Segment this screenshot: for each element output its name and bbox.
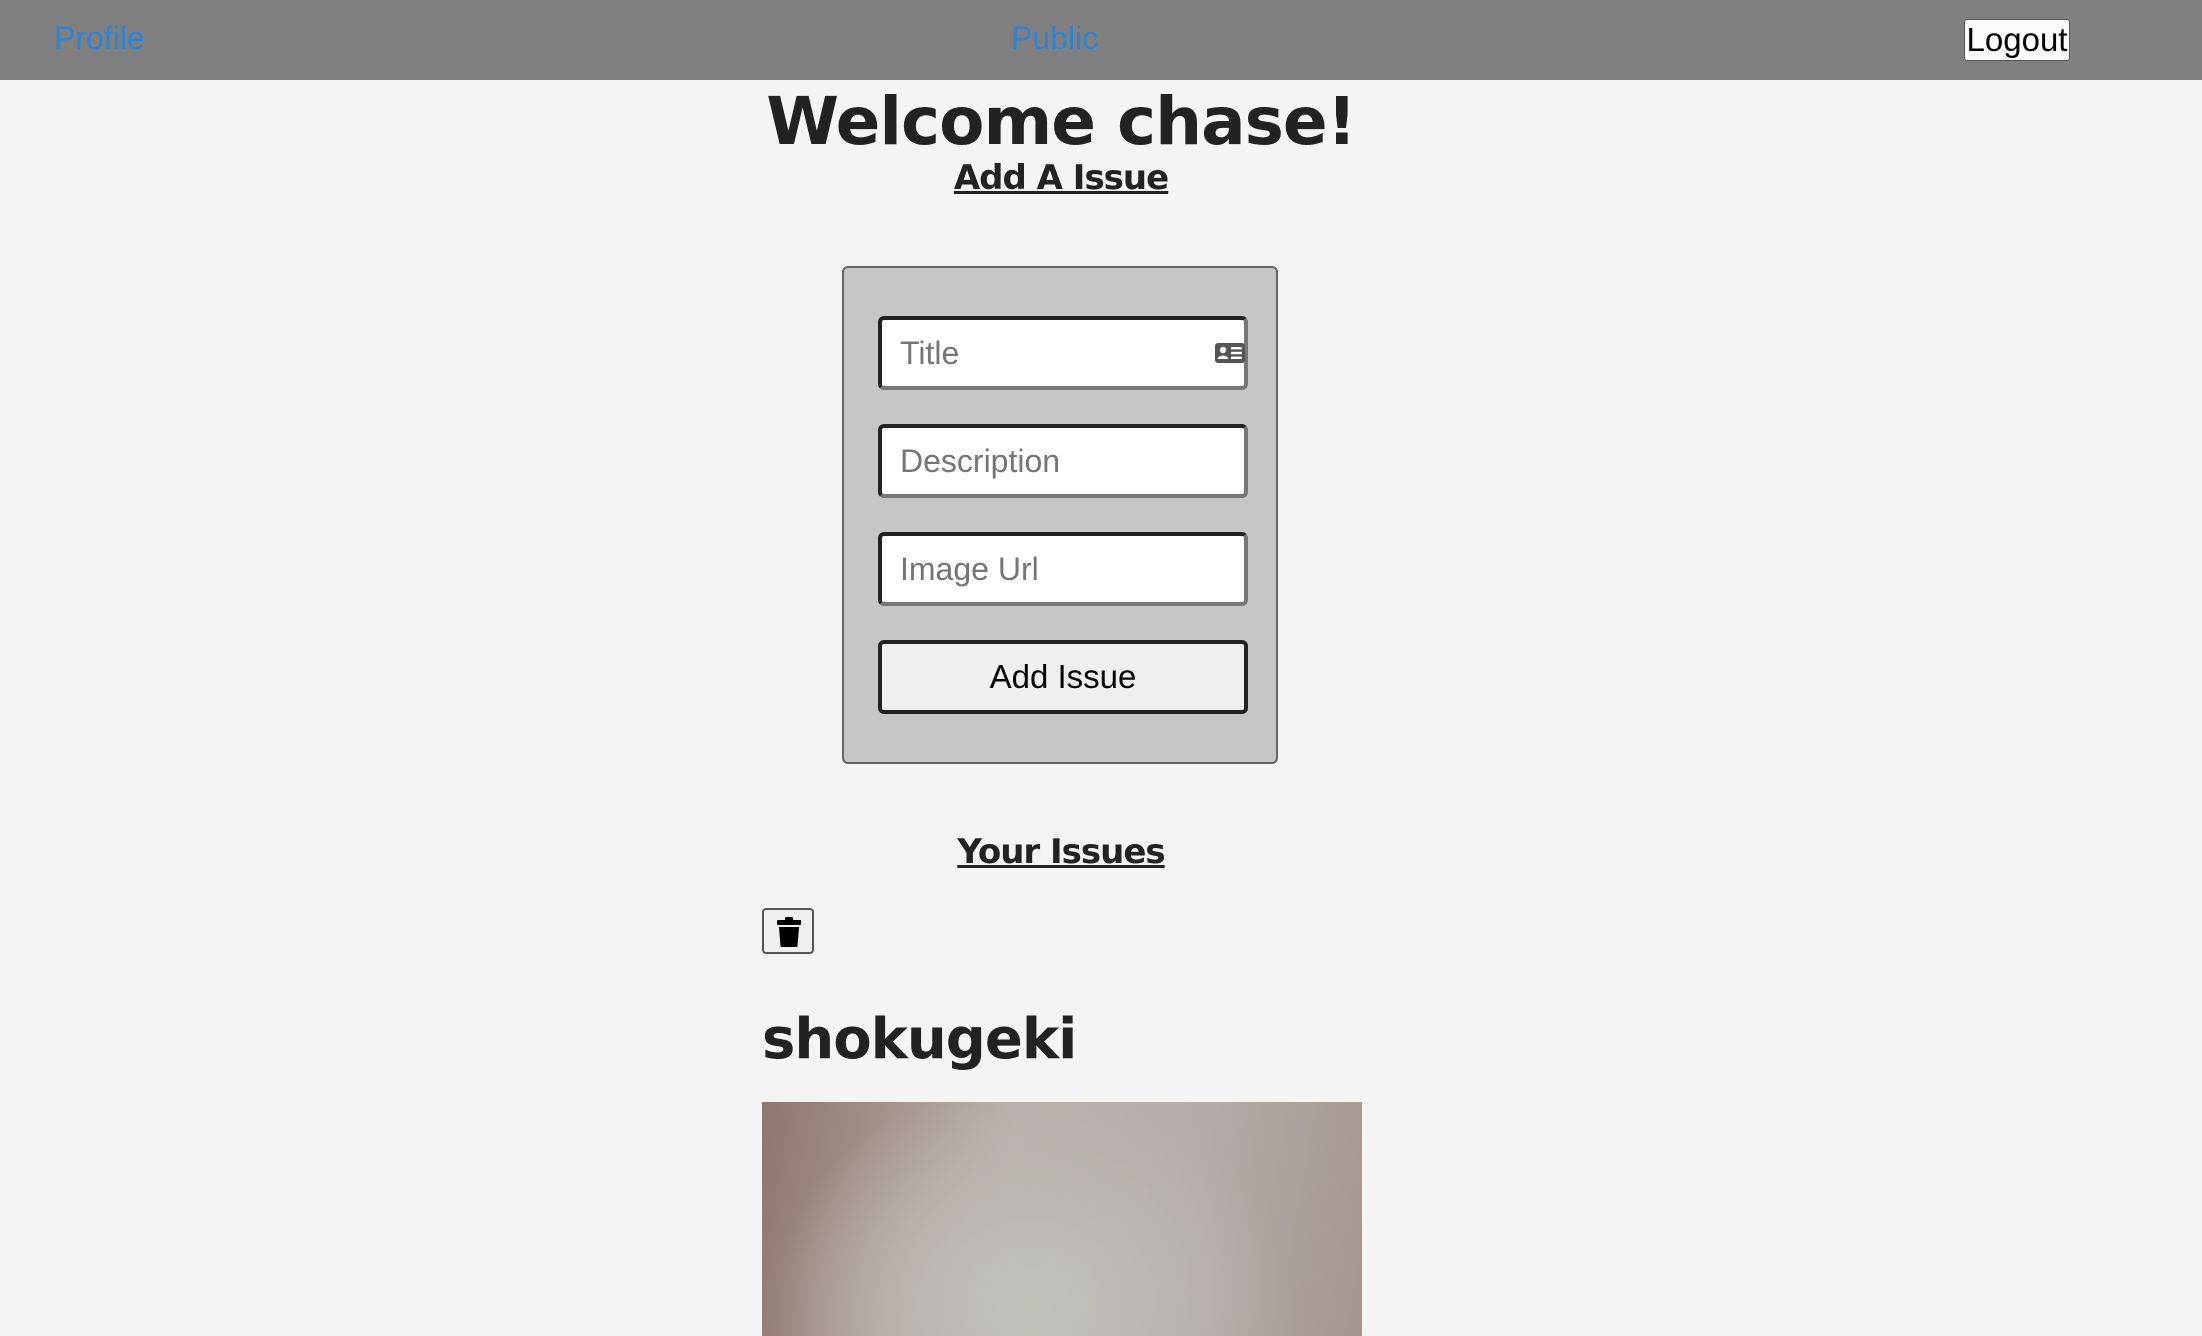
trash-icon [777,917,801,947]
title-input[interactable] [878,316,1248,390]
add-issue-heading: Add A Issue [953,158,1169,198]
contact-card-icon [1215,343,1245,363]
welcome-heading: Welcome chase! [766,83,1357,160]
nav-link-public[interactable]: Public [1011,18,1098,58]
delete-issue-button[interactable] [762,908,814,954]
issue-title: shokugeki [762,1007,1077,1072]
navbar: Profile Public Logout [0,0,2202,80]
add-issue-button[interactable]: Add Issue [878,640,1248,714]
description-input[interactable] [878,424,1248,498]
your-issues-heading: Your Issues [957,832,1165,872]
image-url-input[interactable] [878,532,1248,606]
logout-button[interactable]: Logout [1964,19,2070,61]
add-issue-form: Add Issue [842,266,1278,764]
issue-image [762,1102,1362,1336]
nav-link-profile[interactable]: Profile [54,18,145,58]
